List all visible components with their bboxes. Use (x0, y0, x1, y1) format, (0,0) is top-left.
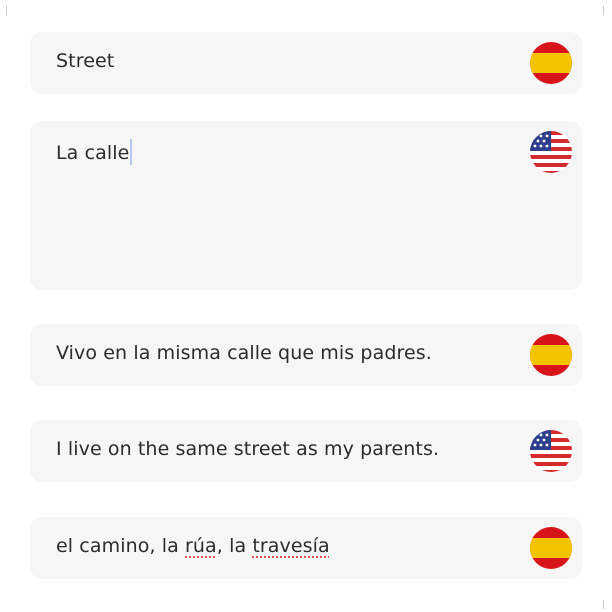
translation-value: La calle (56, 142, 130, 164)
translation-text: La calle (56, 139, 133, 165)
example-english-field[interactable]: I live on the same street as my parents. (30, 420, 582, 482)
example-english-text: I live on the same street as my parents. (56, 438, 440, 460)
spain-flag-icon[interactable] (530, 42, 572, 84)
synonyms-text: el camino, la rúa, la travesía (56, 535, 330, 557)
example-spanish-field[interactable]: Vivo en la misma calle que mis padres. (30, 324, 582, 386)
us-flag-icon[interactable] (530, 430, 572, 472)
synonyms-field[interactable]: el camino, la rúa, la travesía (30, 517, 582, 579)
spain-flag-icon[interactable] (530, 334, 572, 376)
translation-field[interactable]: La calle (30, 121, 582, 290)
corner-mark-bottom-right (603, 600, 604, 609)
corner-mark-top-left (6, 6, 7, 15)
text-caret (130, 139, 133, 165)
flashcard-editor: Street La calle Vivo en la misma calle q… (0, 0, 612, 612)
corner-mark-top-right (603, 6, 604, 15)
synonyms-part: , la (216, 535, 253, 557)
spain-flag-icon[interactable] (530, 527, 572, 569)
example-spanish-text: Vivo en la misma calle que mis padres. (56, 342, 432, 364)
us-flag-icon[interactable] (530, 131, 572, 173)
misspelled-word[interactable]: rúa (185, 535, 217, 557)
term-field[interactable]: Street (30, 32, 582, 94)
term-text: Street (56, 50, 115, 72)
misspelled-word[interactable]: travesía (252, 535, 329, 557)
synonyms-part: el camino, la (56, 535, 185, 557)
